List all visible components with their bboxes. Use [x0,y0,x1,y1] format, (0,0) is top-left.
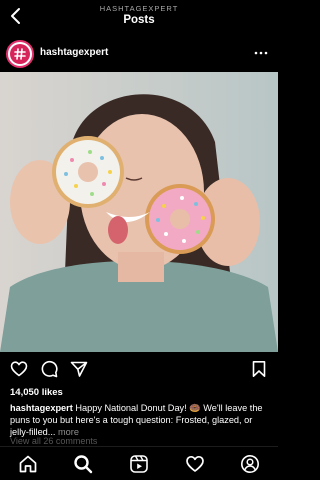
post-photo[interactable] [0,72,278,352]
comment-icon[interactable] [40,360,58,378]
search-icon[interactable] [73,454,93,474]
more-options-icon[interactable] [254,47,268,59]
heart-icon[interactable] [10,360,28,378]
reels-icon[interactable] [129,454,149,474]
likes-count[interactable]: 14,050 likes [10,387,63,398]
post-actions [0,358,278,380]
bookmark-icon[interactable] [250,360,268,378]
avatar[interactable] [6,40,34,68]
bottom-tab-bar [0,446,278,480]
profile-icon[interactable] [240,454,260,474]
caption-username[interactable]: hashtagexpert [10,403,73,413]
page-title: Posts [123,14,155,26]
home-icon[interactable] [18,454,38,474]
share-icon[interactable] [70,360,88,378]
donut-photo-image [0,72,278,352]
post-caption: hashtagexpert Happy National Donut Day! … [10,402,272,438]
top-header: HASHTAGEXPERT Posts [0,0,278,36]
view-comments-link[interactable]: View all 26 comments [10,436,97,446]
post-header: hashtagexpert [0,38,278,70]
activity-heart-icon[interactable] [185,454,205,474]
hashtag-logo-icon [14,48,26,60]
header-account-name: HASHTAGEXPERT [99,4,179,13]
post-username[interactable]: hashtagexpert [40,47,108,58]
